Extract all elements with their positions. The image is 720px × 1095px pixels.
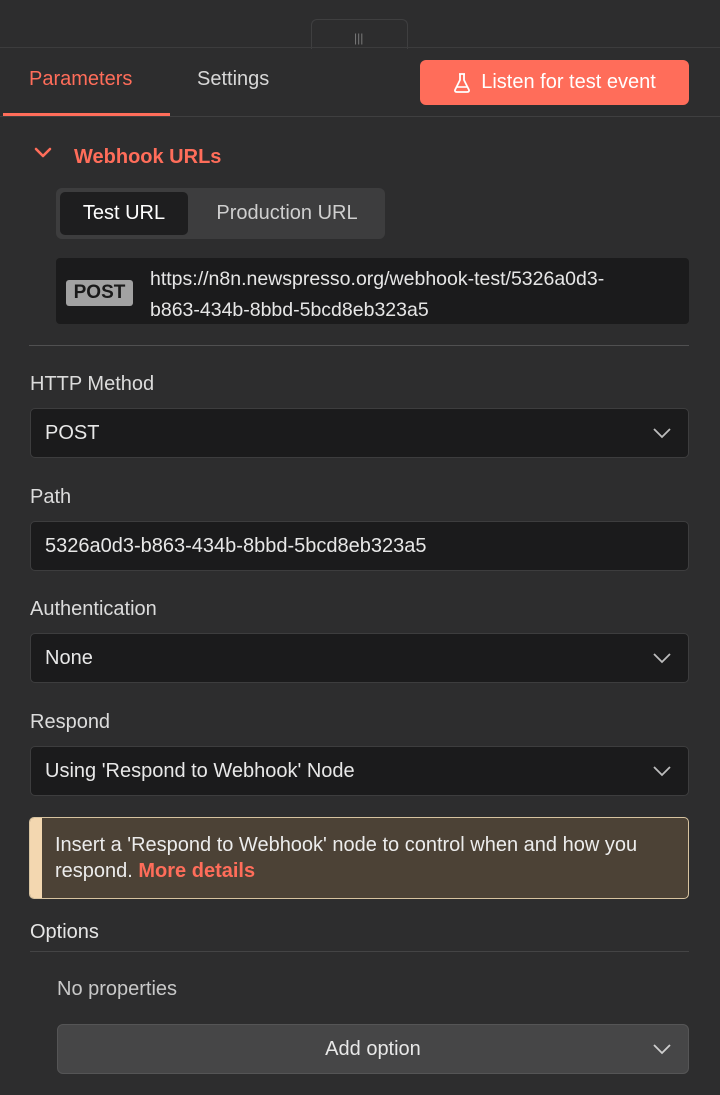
notice-stripe [30, 818, 42, 898]
http-method-select[interactable]: POST [30, 408, 689, 458]
options-divider [30, 951, 689, 952]
chevron-down-icon [653, 1044, 671, 1055]
http-method-label: HTTP Method [30, 373, 155, 395]
more-details-link[interactable]: More details [138, 860, 255, 882]
webhook-url-box[interactable]: POST https://n8n.newspresso.org/webhook-… [56, 258, 689, 324]
authentication-value: None [45, 646, 93, 669]
respond-label: Respond [30, 711, 111, 733]
respond-select[interactable]: Using 'Respond to Webhook' Node [30, 746, 689, 796]
webhook-urls-title[interactable]: Webhook URLs [74, 146, 221, 169]
listen-button-label: Listen for test event [481, 71, 656, 93]
webhook-url-text: https://n8n.newspresso.org/webhook-test/… [150, 264, 680, 326]
chevron-down-icon[interactable] [33, 143, 53, 163]
add-option-button[interactable]: Add option [57, 1024, 689, 1074]
flask-icon [454, 72, 471, 93]
respond-notice: Insert a 'Respond to Webhook' node to co… [29, 817, 689, 899]
tab-settings[interactable]: Settings [197, 68, 269, 91]
path-input[interactable]: 5326a0d3-b863-434b-8bbd-5bcd8eb323a5 [30, 521, 689, 571]
section-divider [29, 345, 689, 346]
test-url-option[interactable]: Test URL [60, 192, 188, 235]
options-title: Options [30, 921, 99, 943]
chevron-down-icon [653, 653, 671, 664]
webhook-url-line1: https://n8n.newspresso.org/webhook-test/… [150, 268, 605, 290]
path-value: 5326a0d3-b863-434b-8bbd-5bcd8eb323a5 [45, 534, 427, 557]
drag-handle[interactable]: ||| [311, 19, 408, 49]
respond-value: Using 'Respond to Webhook' Node [45, 759, 355, 782]
path-label: Path [30, 486, 72, 508]
authentication-select[interactable]: None [30, 633, 689, 683]
top-edge [0, 47, 720, 48]
tab-parameters[interactable]: Parameters [29, 68, 132, 91]
add-option-label: Add option [325, 1037, 421, 1060]
webhook-url-line2: b863-434b-8bbd-5bcd8eb323a5 [150, 299, 429, 321]
chevron-down-icon [653, 766, 671, 777]
grip-icon: ||| [354, 31, 364, 45]
listen-for-test-event-button[interactable]: Listen for test event [420, 60, 689, 105]
method-badge: POST [66, 280, 133, 306]
authentication-label: Authentication [30, 598, 157, 620]
production-url-option[interactable]: Production URL [192, 192, 382, 235]
chevron-down-icon [653, 428, 671, 439]
http-method-value: POST [45, 421, 100, 444]
notice-text: Insert a 'Respond to Webhook' node to co… [55, 832, 675, 884]
tabs-divider [0, 116, 720, 117]
url-type-switch: Test URL Production URL [56, 188, 385, 239]
no-properties-text: No properties [57, 978, 178, 1000]
